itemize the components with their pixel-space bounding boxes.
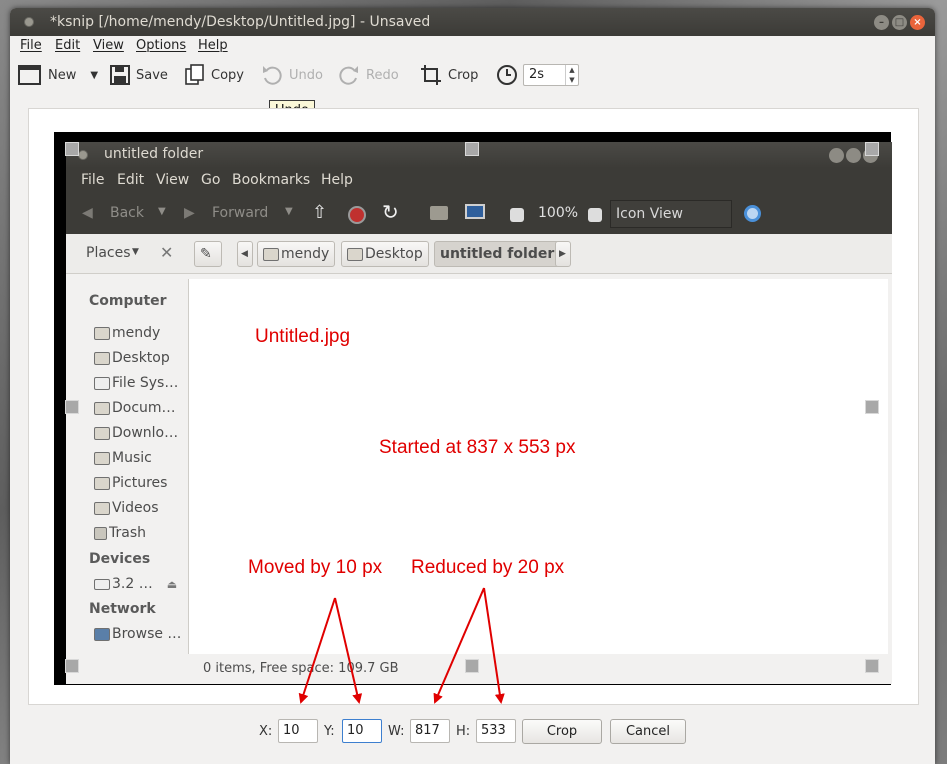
crop-button[interactable]: Crop [522,719,602,744]
h-input[interactable]: 533 [476,719,516,743]
h-label: H: [456,724,471,739]
arrow-to-x [298,597,336,704]
ksnip-window: *ksnip [/home/mendy/Desktop/Untitled.jpg… [10,8,935,764]
annotation-arrows [298,587,505,704]
x-input[interactable]: 10 [278,719,318,743]
arrow-to-h [483,587,505,704]
y-label: Y: [324,724,335,739]
w-label: W: [388,724,405,739]
x-label: X: [259,724,273,739]
y-input[interactable]: 10 [342,719,382,743]
w-input[interactable]: 817 [410,719,450,743]
arrow-to-w [433,587,485,704]
cancel-button[interactable]: Cancel [610,719,686,744]
arrow-to-y [334,597,363,704]
